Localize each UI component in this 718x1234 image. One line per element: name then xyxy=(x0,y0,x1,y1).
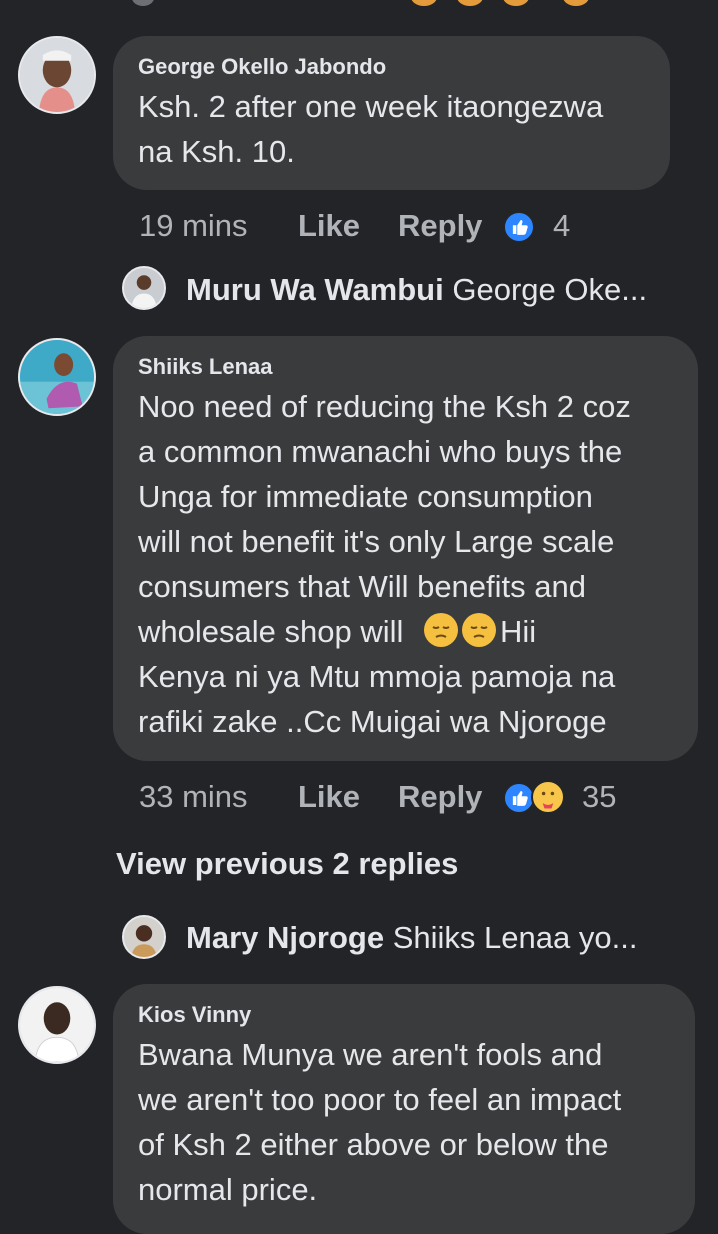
avatar[interactable] xyxy=(122,266,166,310)
reply-snippet: Shiiks Lenaa yo... xyxy=(392,920,638,955)
pensive-face-icon xyxy=(461,613,496,647)
reply-preview[interactable]: Muru Wa Wambui George Oke... xyxy=(186,268,647,312)
comment-timestamp[interactable]: 33 mins xyxy=(139,777,248,817)
reply-snippet: George Oke... xyxy=(452,272,648,307)
avatar[interactable] xyxy=(18,36,96,114)
comment-text-line: wholesale shop will Hii xyxy=(138,609,674,654)
comment-text-line: will not benefit it's only Large scale xyxy=(138,524,615,559)
reply-author[interactable]: Muru Wa Wambui xyxy=(186,272,444,307)
comment-author[interactable]: Shiiks Lenaa xyxy=(138,354,674,380)
comment-bubble: Shiiks Lenaa Noo need of reducing the Ks… xyxy=(113,336,698,761)
comment-text-line: Noo need of reducing the Ksh 2 coz xyxy=(138,389,631,424)
emoji-partial-icon xyxy=(411,0,437,6)
comment-text-line: Bwana Munya we aren't fools and xyxy=(138,1037,603,1072)
comment-text-line: normal price. xyxy=(138,1172,318,1207)
comment-bubble: Kios Vinny Bwana Munya we aren't fools a… xyxy=(113,984,695,1234)
reply-author[interactable]: Mary Njoroge xyxy=(186,920,384,955)
avatar[interactable] xyxy=(18,986,96,1064)
view-previous-replies-link[interactable]: View previous 2 replies xyxy=(116,846,458,882)
user-photo-icon xyxy=(124,268,164,308)
comment-text: Ksh. 2 after one week itaongezwa na Ksh.… xyxy=(138,84,646,174)
comment-text-line: Unga for immediate consumption xyxy=(138,479,593,514)
comment-text: Bwana Munya we aren't fools and we aren'… xyxy=(138,1032,671,1212)
comment-actions: 19 mins Like Reply 4 xyxy=(139,206,619,246)
thumbs-up-icon[interactable] xyxy=(503,211,535,243)
reply-preview[interactable]: Mary Njoroge Shiiks Lenaa yo... xyxy=(186,916,637,960)
like-button[interactable]: Like xyxy=(298,777,360,817)
user-photo-icon xyxy=(20,988,94,1062)
pensive-face-icon xyxy=(423,613,458,647)
comment-author[interactable]: George Okello Jabondo xyxy=(138,54,646,80)
reply-button[interactable]: Reply xyxy=(398,777,482,817)
comment-text-fragment: Hii xyxy=(499,614,537,649)
comment-text-line: rafiki zake ..Cc Muigai wa Njoroge xyxy=(138,704,607,739)
comment-bubble: George Okello Jabondo Ksh. 2 after one w… xyxy=(113,36,670,190)
user-photo-icon xyxy=(20,340,94,414)
comment-text-line: consumers that Will benefits and xyxy=(138,569,586,604)
user-photo-icon xyxy=(20,38,94,112)
reply-button[interactable]: Reply xyxy=(398,206,482,246)
care-icon[interactable] xyxy=(531,780,565,814)
comment-text-line: Kenya ni ya Mtu mmoja pamoja na xyxy=(138,659,616,694)
user-photo-icon xyxy=(124,917,164,957)
reaction-count[interactable]: 35 xyxy=(582,777,616,817)
comment-timestamp[interactable]: 19 mins xyxy=(139,206,248,246)
avatar-partial-icon xyxy=(132,0,154,6)
comment-text: Noo need of reducing the Ksh 2 coz a com… xyxy=(138,384,674,744)
comment-actions: 33 mins Like Reply 35 xyxy=(139,777,659,817)
emoji-partial-icon xyxy=(563,0,589,6)
emoji-partial-icon xyxy=(457,0,483,6)
comment-text-line: a common mwanachi who buys the xyxy=(138,434,623,469)
reaction-count[interactable]: 4 xyxy=(553,206,570,246)
comment-author[interactable]: Kios Vinny xyxy=(138,1002,671,1028)
like-button[interactable]: Like xyxy=(298,206,360,246)
comment-text-fragment: wholesale shop will xyxy=(138,614,412,649)
avatar[interactable] xyxy=(122,915,166,959)
previous-comment-reactions-strip xyxy=(0,0,718,14)
avatar[interactable] xyxy=(18,338,96,416)
comment-text-line: na Ksh. 10. xyxy=(138,134,295,169)
comment-text-line: we aren't too poor to feel an impact xyxy=(138,1082,622,1117)
comment-text-line: of Ksh 2 either above or below the xyxy=(138,1127,609,1162)
emoji-partial-icon xyxy=(503,0,529,6)
comment-text-line: Ksh. 2 after one week itaongezwa xyxy=(138,89,604,124)
